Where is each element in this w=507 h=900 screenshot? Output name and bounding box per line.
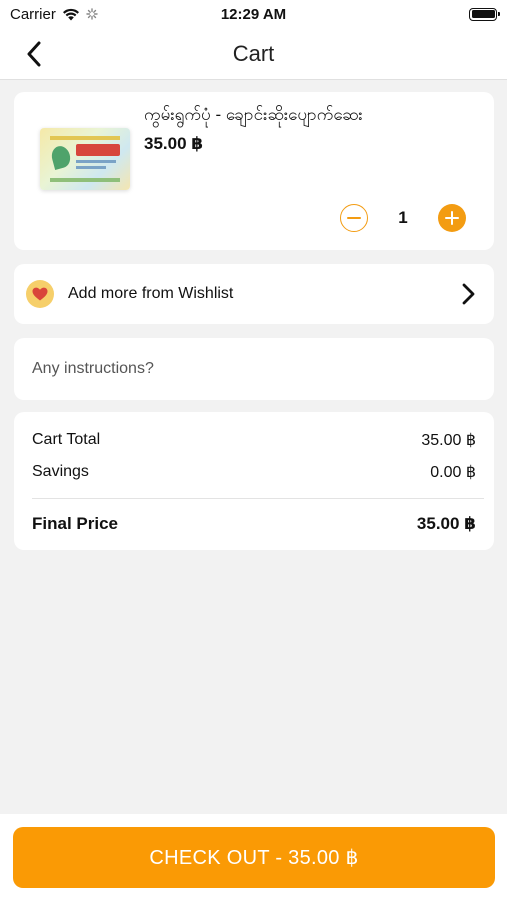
final-price-label: Final Price [32,514,118,533]
price-summary-card: Cart Total 35.00 ฿ Savings 0.00 ฿ Final … [14,412,494,550]
savings-row: Savings 0.00 ฿ [32,462,476,482]
cart-total-row: Cart Total 35.00 ฿ [32,430,476,450]
summary-divider [32,498,484,499]
wishlist-link[interactable]: Add more from Wishlist [14,264,494,324]
page-title: Cart [232,40,275,66]
back-button[interactable] [18,38,50,70]
product-image[interactable] [40,128,130,190]
wishlist-label: Add more from Wishlist [68,285,234,302]
final-price-value: 35.00 ฿ [416,514,476,533]
activity-spinner-icon [86,8,98,20]
checkout-button[interactable]: CHECK OUT - 35.00 ฿ [13,827,495,888]
quantity-stepper: 1 [340,204,466,232]
battery-icon [469,7,500,21]
chevron-right-icon [462,283,475,305]
chevron-left-icon [27,41,41,67]
status-bar: Carrier 12:29 AM [0,0,507,28]
increase-quantity-button[interactable] [438,204,466,232]
nav-bar: Cart [0,28,507,80]
carrier-label: Carrier [10,5,56,23]
cart-item-card: ကွမ်းရွက်ပုံ - ချောင်းဆိုးပျောက်ဆေး 35.0… [14,92,494,250]
checkout-bar: CHECK OUT - 35.00 ฿ [0,814,507,900]
status-left: Carrier [10,6,98,23]
product-price: 35.00 ฿ [144,134,204,153]
quantity-value: 1 [398,208,408,227]
instructions-card [14,338,494,400]
final-price-row: Final Price 35.00 ฿ [32,514,476,534]
product-name: ကွမ်းရွက်ပုံ - ချောင်းဆိုးပျောက်ဆေး [144,105,363,124]
decrease-quantity-button[interactable] [340,204,368,232]
savings-label: Savings [32,463,89,480]
wifi-icon [62,8,79,20]
minus-icon [347,217,361,219]
savings-value: 0.00 ฿ [430,464,476,481]
cart-total-label: Cart Total [32,431,101,448]
cart-total-value: 35.00 ฿ [421,432,476,449]
instructions-input[interactable] [14,338,494,400]
heart-icon [26,280,54,308]
